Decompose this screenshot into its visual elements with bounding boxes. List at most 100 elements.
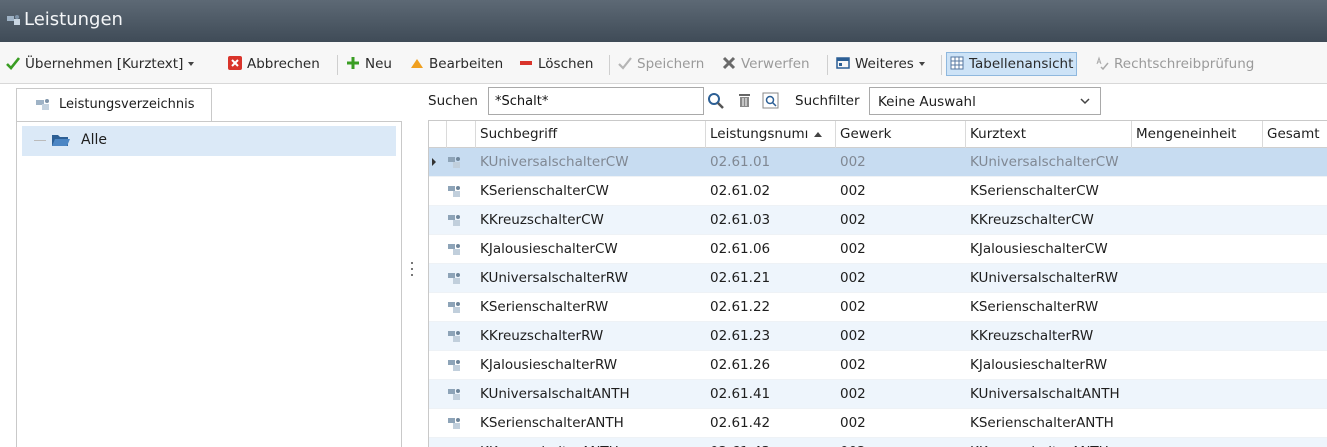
cell-gewerk: 002 bbox=[840, 241, 866, 257]
cell-leistungsnummer: 02.61.26 bbox=[710, 357, 771, 373]
title-bar: Leistungen bbox=[0, 0, 1327, 42]
cell-kurztext: KSerienschalterCW bbox=[970, 183, 1099, 199]
tree-item-label: Alle bbox=[81, 132, 107, 148]
column-header-kurztext[interactable]: Kurztext bbox=[966, 121, 1132, 148]
cell-gewerk: 002 bbox=[840, 415, 866, 431]
cell-kurztext: KKreuzschalterRW bbox=[970, 328, 1094, 344]
cell-suchbegriff: KJalousieschalterCW bbox=[480, 241, 618, 257]
edit-label: Bearbeiten bbox=[429, 56, 504, 72]
chevron-down-icon[interactable] bbox=[1078, 94, 1092, 108]
close-icon bbox=[722, 56, 736, 70]
column-header-mengeneinheit[interactable]: Mengeneinheit bbox=[1132, 121, 1263, 148]
table-row[interactable]: KSerienschalterCW 02.61.02 002 KSerienschal… bbox=[429, 177, 1327, 206]
delete-button[interactable]: Löschen bbox=[519, 53, 593, 75]
panel-splitter[interactable] bbox=[410, 262, 414, 292]
table-row[interactable]: KUniversalschalterRW 02.61.21 002 KUniversa… bbox=[429, 264, 1327, 293]
cell-suchbegriff: KUniversalschaltANTH bbox=[480, 386, 630, 402]
search-label: Suchen bbox=[428, 93, 478, 109]
column-header-leistungsnummer[interactable]: Leistungsnumı bbox=[706, 121, 836, 148]
cell-gewerk: 002 bbox=[840, 212, 866, 228]
table-row[interactable]: KJalousieschalterRW 02.61.26 002 KJalousies… bbox=[429, 351, 1327, 380]
chevron-down-icon[interactable] bbox=[188, 62, 195, 66]
table-row[interactable]: KKreuzschalterRW 02.61.23 002 KKreuzschalte… bbox=[429, 322, 1327, 351]
cell-kurztext: KKreuzschalterANTH bbox=[966, 438, 1132, 447]
minus-icon bbox=[520, 61, 532, 65]
cell-kurztext: KSerienschalterRW bbox=[970, 299, 1099, 315]
spellcheck-button[interactable]: Rechtschreibprüfung bbox=[1095, 53, 1254, 75]
cell-leistungsnummer: 02.61.02 bbox=[710, 183, 771, 199]
table-row[interactable]: KUniversalschalterCW 02.61.01 002 KUniversa… bbox=[429, 148, 1327, 177]
cell-leistungsnummer: 02.61.42 bbox=[710, 415, 771, 431]
table-row[interactable]: KKreuzschalterCW 02.61.03 002 KKreuzschalte… bbox=[429, 206, 1327, 235]
cell-leistungsnummer: 02.61.03 bbox=[710, 212, 771, 228]
spellcheck-icon bbox=[1096, 56, 1109, 70]
cell-gewerk: 002 bbox=[840, 183, 866, 199]
cell-suchbegriff: KKreuzschalterANTH bbox=[476, 438, 706, 447]
cell-suchbegriff: KKreuzschalterRW bbox=[480, 328, 604, 344]
cell-suchbegriff: KSerienschalterRW bbox=[480, 299, 609, 315]
tree-item-alle[interactable] bbox=[22, 126, 396, 156]
new-button[interactable]: Neu bbox=[346, 53, 392, 75]
service-item-icon bbox=[448, 389, 460, 400]
discard-button[interactable]: Verwerfen bbox=[722, 53, 810, 75]
service-item-icon bbox=[448, 331, 460, 342]
table-row[interactable]: KSerienschalterRW 02.61.22 002 KSerienschal… bbox=[429, 293, 1327, 322]
cell-kurztext: KJalousieschalterRW bbox=[970, 357, 1108, 373]
checkmark-icon bbox=[618, 57, 632, 70]
cell-gewerk: 002 bbox=[840, 154, 866, 170]
toolbar-divider bbox=[827, 55, 828, 75]
search-icon[interactable] bbox=[707, 92, 724, 109]
edit-button[interactable]: Bearbeiten bbox=[410, 53, 503, 75]
cell-kurztext: KJalousieschalterCW bbox=[970, 241, 1108, 257]
advanced-search-icon[interactable] bbox=[762, 92, 779, 109]
cell-gewerk: 002 bbox=[836, 438, 966, 447]
row-indicator-icon bbox=[432, 158, 436, 166]
toolbar-divider bbox=[337, 55, 338, 75]
cancel-button[interactable]: Abbrechen bbox=[228, 53, 320, 75]
save-button[interactable]: Speichern bbox=[618, 53, 704, 75]
table-view-toggle[interactable]: Tabellenansicht bbox=[946, 52, 1078, 76]
search-filter-select[interactable]: Keine Auswahl bbox=[869, 87, 1101, 115]
toolbar: Übernehmen [Kurztext] Abbrechen Neu Bear… bbox=[0, 42, 1327, 84]
checkmark-icon bbox=[6, 57, 20, 70]
search-filter-label: Suchfilter bbox=[795, 93, 860, 109]
plus-icon bbox=[347, 57, 359, 69]
delete-label: Löschen bbox=[538, 56, 594, 72]
service-item-icon bbox=[448, 360, 460, 371]
service-item-icon bbox=[448, 302, 460, 313]
cancel-icon bbox=[228, 56, 242, 70]
sort-ascending-icon bbox=[814, 132, 823, 137]
cell-leistungsnummer: 02.61.41 bbox=[710, 386, 771, 402]
more-button[interactable]: Weiteres bbox=[836, 53, 925, 75]
search-input[interactable] bbox=[488, 87, 704, 115]
more-window-icon bbox=[836, 57, 850, 69]
trash-icon[interactable] bbox=[736, 92, 753, 109]
catalog-icon bbox=[36, 99, 49, 110]
table-row[interactable]: KSerienschalterANTH 02.61.42 002 KSeriensch… bbox=[429, 409, 1327, 438]
service-item-icon bbox=[448, 186, 460, 197]
cell-leistungsnummer: 02.61.01 bbox=[710, 154, 771, 170]
cell-leistungsnummer: 02.61.43 bbox=[706, 438, 836, 447]
column-header-suchbegriff[interactable]: Suchbegriff bbox=[476, 121, 706, 148]
chevron-down-icon[interactable] bbox=[918, 62, 925, 66]
toolbar-divider bbox=[609, 55, 610, 75]
accept-button[interactable]: Übernehmen [Kurztext] bbox=[6, 53, 195, 75]
column-header-gewerk[interactable]: Gewerk bbox=[836, 121, 966, 148]
cell-gewerk: 002 bbox=[840, 270, 866, 286]
service-item-icon bbox=[448, 157, 460, 168]
table-row[interactable]: KUniversalschaltANTH 02.61.41 002 KUniversa… bbox=[429, 380, 1327, 409]
tab-leistungsverzeichnis[interactable]: Leistungsverzeichnis bbox=[16, 88, 212, 122]
cell-suchbegriff: KSerienschalterCW bbox=[480, 183, 609, 199]
column-header-gesamt[interactable]: Gesamt bbox=[1263, 121, 1327, 148]
cell-suchbegriff: KUniversalschalterCW bbox=[480, 154, 629, 170]
table-icon bbox=[950, 56, 964, 70]
table-row[interactable]: KJalousieschalterCW 02.61.06 002 KJalousies… bbox=[429, 235, 1327, 264]
window-title: Leistungen bbox=[24, 9, 123, 30]
tab-label: Leistungsverzeichnis bbox=[59, 97, 195, 112]
cell-kurztext: KUniversalschaltANTH bbox=[970, 386, 1120, 402]
table-row[interactable]: KKreuzschalterANTH02.61.43002KKreuzschal… bbox=[429, 438, 1327, 447]
cell-suchbegriff: KJalousieschalterRW bbox=[480, 357, 618, 373]
edit-triangle-icon bbox=[411, 59, 423, 68]
cell-gewerk: 002 bbox=[840, 328, 866, 344]
cell-gewerk: 002 bbox=[840, 357, 866, 373]
